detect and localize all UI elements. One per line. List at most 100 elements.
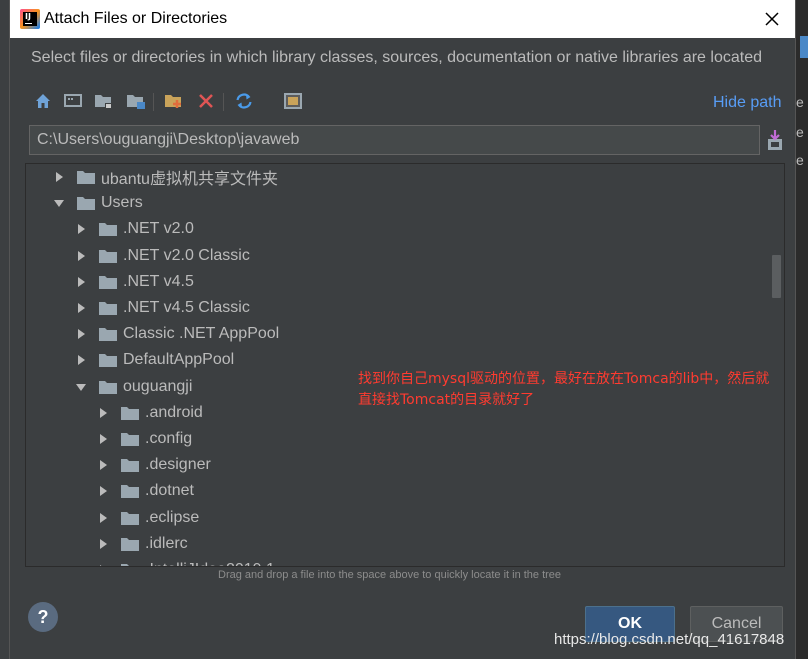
folder-icon	[98, 352, 118, 368]
folder-icon	[120, 536, 140, 552]
tree-item-label: .idlerc	[145, 534, 188, 552]
toolbar-separator	[223, 93, 224, 111]
collapsed-arrow-icon[interactable]	[74, 222, 88, 236]
tree-item[interactable]: .NET v4.5	[74, 269, 194, 295]
folder-icon	[120, 431, 140, 447]
expanded-arrow-icon[interactable]	[74, 380, 88, 394]
delete-icon	[199, 94, 213, 108]
collapsed-arrow-icon[interactable]	[96, 406, 110, 420]
project-directory-button[interactable]	[93, 90, 115, 112]
file-tree[interactable]: ubantu虚拟机共享文件夹 Users .NET v2.0 .NET v2.0 Cl…	[25, 163, 785, 567]
hide-path-link[interactable]: Hide path	[713, 94, 782, 112]
background-text-fragment: e	[796, 124, 804, 140]
folder-icon	[120, 510, 140, 526]
download-icon	[768, 130, 782, 150]
folder-icon	[120, 405, 140, 421]
module-folder-icon	[127, 95, 145, 109]
folder-icon	[120, 457, 140, 473]
tree-item-label: .designer	[145, 456, 211, 474]
drag-drop-hint: Drag and drop a file into the space abov…	[218, 569, 562, 581]
collapsed-arrow-icon[interactable]	[96, 537, 110, 551]
collapsed-arrow-icon[interactable]	[96, 563, 110, 566]
tree-item[interactable]: Classic .NET AppPool	[74, 321, 279, 347]
tree-item-label: .android	[145, 403, 203, 421]
tree-item[interactable]: .designer	[96, 452, 211, 478]
tree-item[interactable]: .config	[96, 426, 192, 452]
refresh-button[interactable]	[233, 90, 255, 112]
home-icon	[36, 94, 50, 108]
folder-icon	[76, 169, 96, 185]
tree-scrollbar-thumb[interactable]	[772, 255, 781, 298]
folder-icon	[98, 326, 118, 342]
background-highlight	[800, 36, 808, 58]
home-button[interactable]	[32, 90, 54, 112]
tree-item[interactable]: .dotnet	[96, 478, 194, 504]
tree-item[interactable]: .android	[96, 400, 203, 426]
source-watermark: https://blog.csdn.net/qq_41617848	[554, 631, 785, 648]
tree-item-label: ubantu虚拟机共享文件夹	[101, 171, 278, 188]
tree-item[interactable]: .NET v2.0	[74, 216, 194, 242]
tree-item[interactable]: .NET v4.5 Classic	[74, 295, 250, 321]
folder-icon	[98, 221, 118, 237]
tree-item-label: .IntelliJIdea2019.1	[145, 561, 275, 566]
tree-item[interactable]: .idlerc	[96, 531, 188, 557]
collapsed-arrow-icon[interactable]	[96, 458, 110, 472]
folder-icon	[98, 379, 118, 395]
folder-icon	[120, 483, 140, 499]
background-text-fragment: e	[796, 152, 804, 168]
delete-button[interactable]	[195, 90, 217, 112]
tree-item[interactable]: .IntelliJIdea2019.1	[96, 557, 275, 566]
folder-icon	[98, 248, 118, 264]
collapsed-arrow-icon[interactable]	[96, 511, 110, 525]
module-directory-button[interactable]	[125, 90, 147, 112]
folder-icon	[98, 300, 118, 316]
collapsed-arrow-icon[interactable]	[74, 275, 88, 289]
dialog-description: Select files or directories in which lib…	[31, 49, 762, 66]
tree-item[interactable]: .NET v2.0 Classic	[74, 243, 250, 269]
handwritten-annotation: 找到你自己mysql驱动的位置，最好在放在Tomca的lib中，然后就 直接找T…	[358, 369, 769, 411]
close-icon	[765, 12, 779, 26]
collapsed-arrow-icon[interactable]	[74, 249, 88, 263]
help-button[interactable]: ?	[28, 602, 58, 632]
tree-item-label: .NET v2.0	[123, 220, 194, 238]
collapsed-arrow-icon[interactable]	[74, 301, 88, 315]
file-chooser-toolbar	[32, 90, 332, 114]
close-button[interactable]	[749, 0, 795, 38]
tree-item-label: .config	[145, 430, 193, 447]
attach-files-dialog: IJ Attach Files or Directories Select fi…	[9, 0, 796, 659]
desktop-icon	[64, 94, 82, 107]
path-input[interactable]	[29, 125, 760, 155]
tree-item[interactable]: .eclipse	[96, 505, 199, 531]
toolbar-separator	[153, 93, 154, 111]
annotation-line-1: 找到你自己mysql驱动的位置，最好在放在Tomca的lib中，然后就	[358, 371, 770, 387]
tree-item-label: ouguangji	[123, 377, 193, 395]
intellij-app-icon: IJ	[20, 9, 40, 29]
collapsed-arrow-icon[interactable]	[74, 327, 88, 341]
tree-item[interactable]: DefaultAppPool	[74, 347, 234, 373]
tree-item[interactable]: Users	[52, 190, 143, 216]
expanded-arrow-icon[interactable]	[52, 196, 66, 210]
tree-item-label: Users	[101, 194, 143, 212]
download-path-button[interactable]	[766, 129, 784, 151]
project-folder-icon	[95, 95, 112, 109]
dialog-title: Attach Files or Directories	[44, 10, 228, 27]
show-hidden-icon	[284, 93, 302, 109]
collapsed-arrow-icon[interactable]	[96, 484, 110, 498]
title-bar: IJ Attach Files or Directories	[10, 0, 795, 38]
folder-icon	[98, 274, 118, 290]
tree-item[interactable]: ubantu虚拟机共享文件夹	[52, 164, 278, 190]
tree-item-label: .eclipse	[145, 508, 200, 526]
desktop-button[interactable]	[62, 90, 84, 112]
new-folder-icon	[165, 95, 181, 108]
background-text-fragment: e	[796, 94, 804, 110]
tree-item-label: Classic .NET AppPool	[123, 325, 280, 343]
collapsed-arrow-icon[interactable]	[96, 432, 110, 446]
collapsed-arrow-icon[interactable]	[52, 170, 66, 184]
show-hidden-files-button[interactable]	[282, 90, 304, 112]
folder-icon	[76, 195, 96, 211]
collapsed-arrow-icon[interactable]	[74, 353, 88, 367]
new-folder-button[interactable]	[163, 90, 185, 112]
tree-item-label: .NET v2.0 Classic	[123, 246, 250, 264]
annotation-line-2: 直接找Tomcat的目录就好了	[358, 392, 535, 408]
tree-item[interactable]: ouguangji	[74, 374, 192, 400]
